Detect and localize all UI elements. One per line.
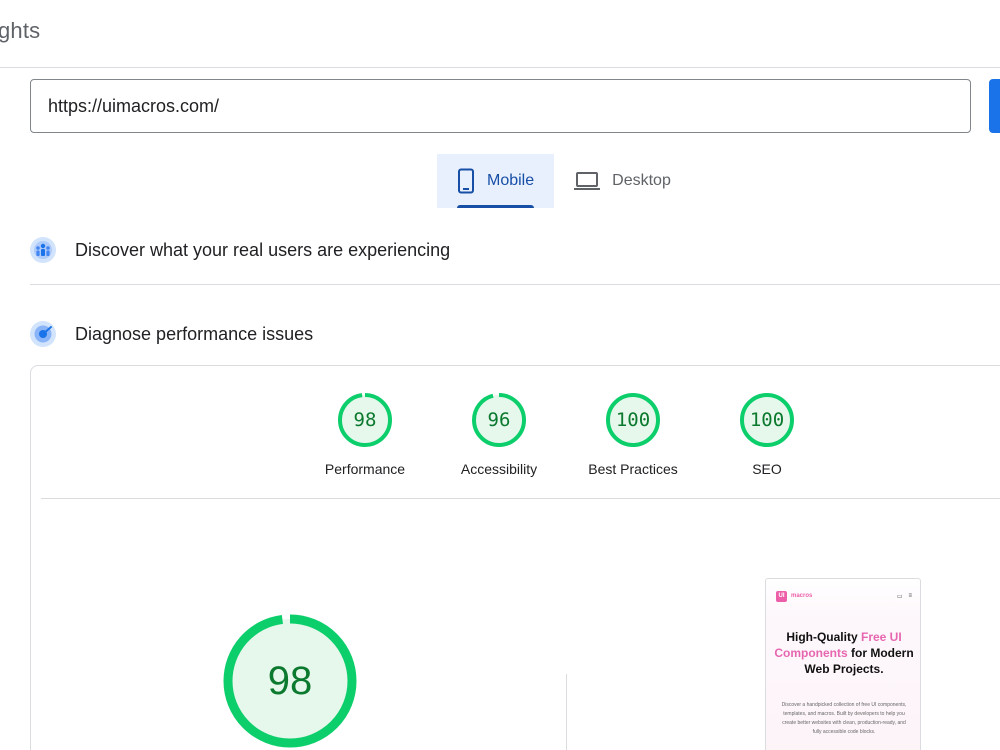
url-input[interactable]	[30, 79, 971, 133]
real-users-section[interactable]: Discover what your real users are experi…	[30, 236, 1000, 264]
diagnose-heading: Diagnose performance issues	[75, 323, 314, 344]
preview-title: High-Quality Free UI Components for Mode…	[772, 629, 916, 677]
report-divider	[41, 498, 1000, 499]
top-bar: ghts	[0, 0, 1000, 68]
preview-title-part: High-Quality	[786, 630, 861, 644]
lighthouse-report: 98 Performance 96 Accessibility 100 Best…	[30, 365, 1000, 750]
lighthouse-icon	[30, 321, 56, 347]
tab-desktop[interactable]: Desktop	[554, 154, 691, 208]
monitor-icon: ▭	[896, 593, 903, 600]
page-screenshot-preview: UI macros ▭ ≡ High-Quality Free UI Compo…	[765, 578, 921, 750]
score-value: 100	[615, 409, 651, 431]
score-value: 100	[749, 409, 785, 431]
main-score-value: 98	[267, 658, 313, 703]
menu-icon: ≡	[908, 592, 912, 599]
diagnose-section: Diagnose performance issues	[30, 320, 1000, 348]
score-label: SEO	[752, 461, 782, 477]
app-title: ghts	[0, 18, 41, 43]
preview-header: UI macros ▭ ≡	[776, 589, 912, 603]
score-label: Performance	[324, 461, 406, 477]
score-value: 96	[487, 409, 511, 431]
score-best-practices[interactable]: 100 Best Practices	[568, 392, 698, 477]
score-accessibility[interactable]: 96 Accessibility	[434, 392, 564, 477]
section-divider	[30, 284, 1000, 285]
tab-mobile[interactable]: Mobile	[437, 154, 555, 208]
column-divider	[566, 674, 567, 750]
preview-logo-text: macros	[791, 593, 813, 599]
score-label: Best Practices	[588, 461, 678, 477]
smartphone-icon	[457, 168, 475, 194]
score-seo[interactable]: 100 SEO	[702, 392, 832, 477]
preview-description: Discover a handpicked collection of free…	[781, 702, 907, 735]
analyze-button[interactable]	[989, 79, 1000, 133]
performance-main-gauge: 98	[221, 612, 359, 750]
tab-desktop-label: Desktop	[612, 172, 671, 189]
device-tabs: Mobile Desktop	[437, 154, 691, 208]
laptop-icon	[574, 171, 601, 191]
tab-mobile-label: Mobile	[487, 172, 535, 189]
score-value: 98	[353, 409, 377, 431]
score-label: Accessibility	[460, 461, 538, 477]
score-performance[interactable]: 98 Performance	[300, 392, 430, 477]
preview-logo-badge: UI	[776, 590, 787, 602]
users-icon	[30, 237, 56, 263]
real-users-heading: Discover what your real users are experi…	[75, 239, 451, 260]
